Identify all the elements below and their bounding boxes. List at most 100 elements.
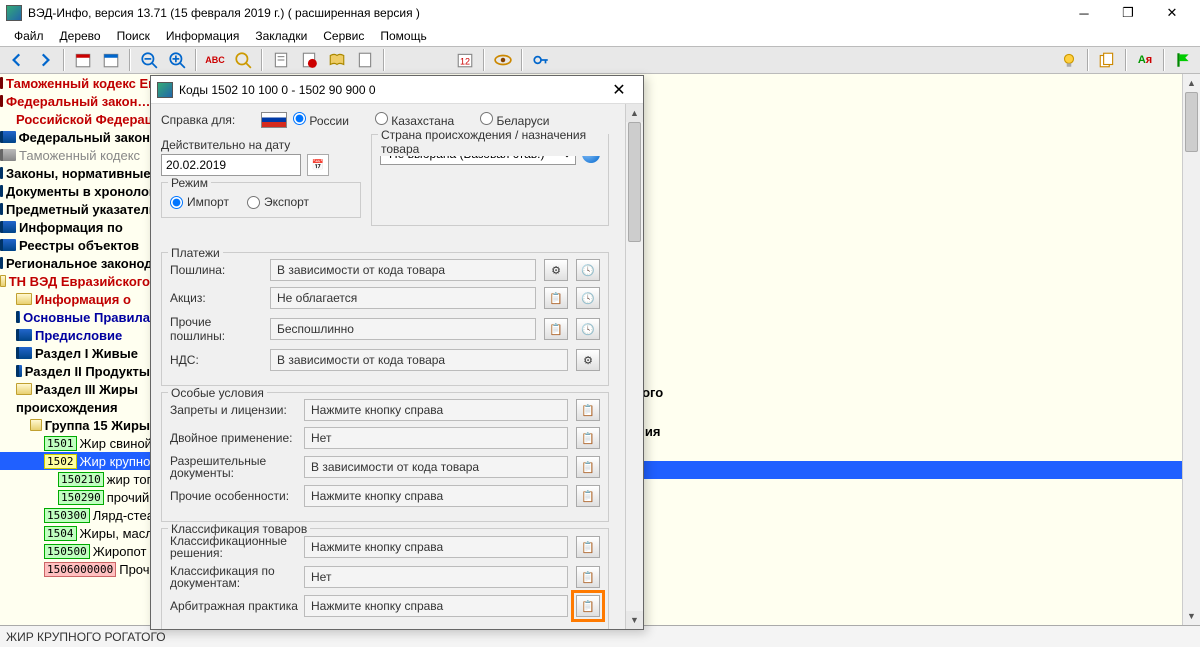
- lic-btn[interactable]: 📋: [576, 399, 600, 421]
- tree-row[interactable]: 1506000000Прочие: [0, 560, 150, 578]
- toolbar-eye-button[interactable]: [490, 48, 516, 72]
- tree-row[interactable]: Предисловие: [0, 326, 150, 344]
- tree-row[interactable]: происхождения: [0, 398, 150, 416]
- tree-row[interactable]: Информация о: [0, 290, 150, 308]
- tree-row[interactable]: Региональное законодательство: [0, 254, 150, 272]
- tree-row[interactable]: Таможенный кодекс: [0, 146, 150, 164]
- toolbar-doc2-button[interactable]: [352, 48, 378, 72]
- dialog-app-icon: [157, 82, 173, 98]
- tree-row[interactable]: Раздел I Живые: [0, 344, 150, 362]
- tree-row[interactable]: Российской Федерации: [0, 110, 150, 128]
- toolbar-forward-button[interactable]: [32, 48, 58, 72]
- classdec-btn[interactable]: 📋: [576, 536, 600, 558]
- tree-row[interactable]: Законы, нормативные: [0, 164, 150, 182]
- tree-row[interactable]: Федеральный закон: [0, 128, 150, 146]
- window-title: ВЭД-Инфо, версия 13.71 (15 февраля 2019 …: [28, 6, 1062, 20]
- calendar-icon[interactable]: 📅: [307, 154, 329, 176]
- tree-label: Прочие: [119, 562, 150, 577]
- tree-row[interactable]: Федеральный закон…: [0, 92, 150, 110]
- tree-row[interactable]: Раздел II Продукты: [0, 362, 150, 380]
- status-text: ЖИР КРУПНОГО РОГАТОГО: [6, 630, 166, 644]
- tree-label: Лярд-стеарин: [93, 508, 150, 523]
- menu-help[interactable]: Помощь: [372, 27, 434, 45]
- toolbar-cal1-button[interactable]: [70, 48, 96, 72]
- toolbar-cal2-button[interactable]: [98, 48, 124, 72]
- tree-row[interactable]: Раздел III Жиры: [0, 380, 150, 398]
- excise-btn2[interactable]: 🕓: [576, 287, 600, 309]
- radio-import[interactable]: Импорт: [170, 195, 229, 209]
- excise-value: Не облагается: [270, 287, 536, 309]
- tree-row[interactable]: Информация по: [0, 218, 150, 236]
- tree-row[interactable]: Предметный указатель: [0, 200, 150, 218]
- tree-row[interactable]: Документы в хронологическом: [0, 182, 150, 200]
- toolbar-docs-button[interactable]: [1094, 48, 1120, 72]
- tree-row[interactable]: ТН ВЭД Евразийского: [0, 272, 150, 290]
- toolbar-flag-button[interactable]: [1170, 48, 1196, 72]
- dual-value: Нет: [304, 427, 568, 449]
- window-maximize-button[interactable]: ❐: [1106, 0, 1150, 26]
- tree-row[interactable]: 1504Жиры, масла: [0, 524, 150, 542]
- toolbar-book-button[interactable]: [324, 48, 350, 72]
- dialog-scrollbar[interactable]: ▲ ▼: [625, 104, 643, 629]
- dual-btn[interactable]: 📋: [576, 427, 600, 449]
- duty-btn1[interactable]: ⚙: [544, 259, 568, 281]
- vat-btn[interactable]: ⚙: [576, 349, 600, 371]
- classdoc-btn[interactable]: 📋: [576, 566, 600, 588]
- tree-row[interactable]: 150210жир топленый: [0, 470, 150, 488]
- excise-btn1[interactable]: 📋: [544, 287, 568, 309]
- tree-row[interactable]: 1501Жир свиной: [0, 434, 150, 452]
- feat-btn[interactable]: 📋: [576, 485, 600, 507]
- toolbar-calred-button[interactable]: 12: [452, 48, 478, 72]
- duty-btn2[interactable]: 🕓: [576, 259, 600, 281]
- toolbar-bulb-button[interactable]: [1056, 48, 1082, 72]
- menu-tree[interactable]: Дерево: [52, 27, 109, 45]
- otherduty-value: Беспошлинно: [270, 318, 536, 340]
- menu-service[interactable]: Сервис: [315, 27, 372, 45]
- menu-bookmarks[interactable]: Закладки: [247, 27, 315, 45]
- radio-belarus[interactable]: Беларуси: [480, 112, 549, 128]
- radio-russia[interactable]: России: [293, 112, 349, 128]
- tree-row[interactable]: 150500Жиропот: [0, 542, 150, 560]
- toolbar-abc-button[interactable]: ABC: [202, 48, 228, 72]
- tree-row[interactable]: Группа 15 Жиры: [0, 416, 150, 434]
- tree-row[interactable]: 150300Лярд-стеарин: [0, 506, 150, 524]
- arbitration-button[interactable]: 📋: [576, 595, 600, 617]
- otherduty-btn1[interactable]: 📋: [544, 318, 568, 340]
- code-badge: 150300: [44, 508, 90, 523]
- code-badge: 1506000000: [44, 562, 116, 577]
- toolbar-doc1-button[interactable]: [268, 48, 294, 72]
- toolbar-docinfo-button[interactable]: [296, 48, 322, 72]
- toolbar-lang-button[interactable]: Ая: [1132, 48, 1158, 72]
- special-legend: Особые условия: [168, 386, 267, 400]
- toolbar-zoomout-button[interactable]: [136, 48, 162, 72]
- tree-row[interactable]: Реестры объектов: [0, 236, 150, 254]
- radio-export[interactable]: Экспорт: [247, 195, 309, 209]
- window-titlebar: ВЭД-Инфо, версия 13.71 (15 февраля 2019 …: [0, 0, 1200, 26]
- arb-value: Нажмите кнопку справа: [304, 595, 568, 617]
- tree-row[interactable]: Таможенный кодекс Евразийского…: [0, 74, 150, 92]
- toolbar-back-button[interactable]: [4, 48, 30, 72]
- dialog-close-button[interactable]: ✕: [601, 76, 637, 104]
- code-badge: 1502: [44, 454, 77, 469]
- book-red-icon: [0, 95, 3, 107]
- tree-row[interactable]: Основные Правила: [0, 308, 150, 326]
- window-minimize-button[interactable]: ─: [1062, 0, 1106, 26]
- menu-info[interactable]: Информация: [158, 27, 247, 45]
- toolbar-find-button[interactable]: [230, 48, 256, 72]
- menu-file[interactable]: Файл: [6, 27, 52, 45]
- tree-pane[interactable]: Таможенный кодекс Евразийского…Федеральн…: [0, 74, 150, 625]
- book-blue-icon: [0, 185, 3, 197]
- toolbar-key-button[interactable]: [528, 48, 554, 72]
- tree-row[interactable]: 1502Жир крупного: [0, 452, 150, 470]
- menu-search[interactable]: Поиск: [109, 27, 158, 45]
- radio-kazakhstan[interactable]: Казахстана: [375, 112, 454, 128]
- window-close-button[interactable]: ✕: [1150, 0, 1194, 26]
- main-scrollbar[interactable]: ▲ ▼: [1182, 74, 1200, 625]
- toolbar-zoomin-button[interactable]: [164, 48, 190, 72]
- perm-label: Разрешительные документы:: [170, 455, 298, 479]
- date-input[interactable]: [161, 154, 301, 176]
- tree-label: Жир крупного: [80, 454, 151, 469]
- tree-row[interactable]: 150290прочий:: [0, 488, 150, 506]
- perm-btn[interactable]: 📋: [576, 456, 600, 478]
- otherduty-btn2[interactable]: 🕓: [576, 318, 600, 340]
